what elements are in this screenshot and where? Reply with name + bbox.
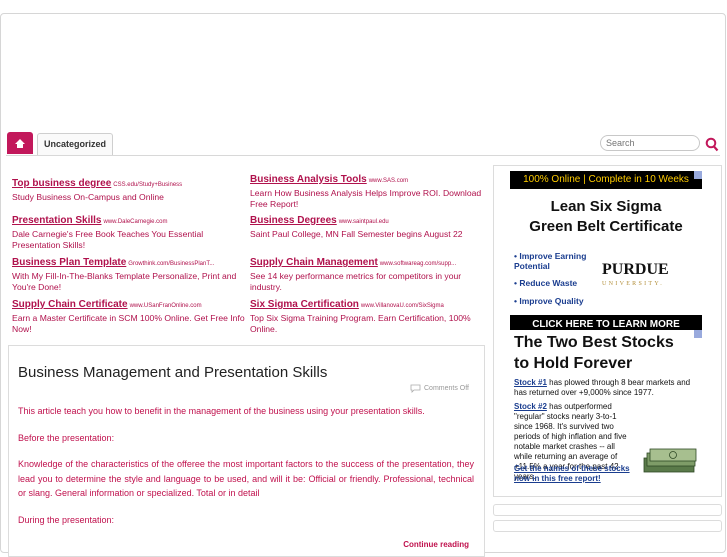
ad-bullet: • Improve Earning Potential <box>514 251 587 271</box>
ad-description: Saint Paul College, MN Fall Semester beg… <box>250 229 463 239</box>
ad-url[interactable]: www.VillanovaU.com/SixSigma <box>361 303 444 309</box>
sidebar-widget <box>493 504 722 516</box>
text-ad[interactable]: Business Analysis Tools www.SAS.com Learn… <box>250 169 485 210</box>
ad-title[interactable]: Business Plan Template <box>12 257 126 268</box>
ad-url[interactable]: www.saintpaul.edu <box>339 219 389 225</box>
tab-uncategorized[interactable]: Uncategorized <box>37 133 114 155</box>
ad-headline-line: Lean Six Sigma <box>550 198 662 215</box>
ad-headline-line: Green Belt Certificate <box>529 218 683 235</box>
comment-icon <box>410 384 421 393</box>
home-button[interactable] <box>7 132 33 154</box>
text-ad[interactable]: Presentation Skills www.DaleCarnegie.com … <box>12 210 247 251</box>
sidebar-widget <box>493 520 722 532</box>
post-title[interactable]: Business Management and Presentation Ski… <box>18 364 327 381</box>
ad-title[interactable]: Business Degrees <box>250 215 337 226</box>
ad-description: Dale Carnegie's Free Book Teaches You Es… <box>12 229 204 250</box>
post-paragraph: This article teach you how to benefit in… <box>18 406 425 416</box>
text-ad[interactable]: Six Sigma Certification www.VillanovaU.co… <box>250 294 485 335</box>
stocks-banner-ad[interactable]: The Two Best Stocks to Hold Forever Stoc… <box>510 330 702 490</box>
ad-bullet: • Improve Quality <box>514 296 584 306</box>
ad-headline: Lean Six Sigma Green Belt Certificate <box>510 197 702 237</box>
free-report-link[interactable]: Get the names of these stocks now in thi… <box>514 464 644 484</box>
ad-headline: The Two Best Stocks to Hold Forever <box>514 332 702 374</box>
search-icon[interactable] <box>705 136 719 152</box>
ad-title[interactable]: Business Analysis Tools <box>250 174 367 185</box>
ad-url[interactable]: Growthink.com/BusinessPlanT... <box>128 261 214 267</box>
ad-url[interactable]: www.SAS.com <box>369 178 408 184</box>
purdue-banner-ad[interactable]: 100% Online | Complete in 10 Weeks Lean … <box>510 171 702 335</box>
adchoices-icon[interactable] <box>694 171 702 179</box>
money-stack-icon <box>643 448 697 473</box>
ad-url[interactable]: www.softwareag.com/supp... <box>380 261 456 267</box>
text-ad[interactable]: Supply Chain Management www.softwareag.co… <box>250 252 485 293</box>
text-ad[interactable]: Business Plan Template Growthink.com/Busi… <box>12 252 247 293</box>
ad-description: Study Business On-Campus and Online <box>12 192 164 202</box>
stock-label[interactable]: Stock #2 <box>514 402 547 411</box>
post-paragraph: Before the presentation: <box>18 432 115 443</box>
ad-title[interactable]: Six Sigma Certification <box>250 299 359 310</box>
adchoices-icon[interactable] <box>694 330 702 338</box>
text-ad[interactable]: Business Degrees www.saintpaul.edu Saint … <box>250 210 485 240</box>
ad-url[interactable]: www.USanFranOnline.com <box>130 303 202 309</box>
ad-description: Earn a Master Certificate in SCM 100% On… <box>12 313 245 334</box>
ad-description: Top Six Sigma Training Program. Earn Cer… <box>250 313 471 334</box>
ad-title[interactable]: Presentation Skills <box>12 215 101 226</box>
ad-bullet-list: • Improve Earning Potential • Reduce Was… <box>514 251 598 309</box>
ad-description: See 14 key performance metrics for compe… <box>250 271 462 292</box>
ad-title[interactable]: Supply Chain Management <box>250 257 378 268</box>
comments-status: Comments Off <box>424 385 469 392</box>
post-paragraph: During the presentation: <box>18 514 115 525</box>
sidebar: 100% Online | Complete in 10 Weeks Lean … <box>493 165 722 497</box>
search-input[interactable] <box>600 135 700 151</box>
post-meta: Comments Off <box>410 384 469 393</box>
ad-headline-line: to Hold Forever <box>514 355 633 372</box>
ad-url[interactable]: www.DaleCarnegie.com <box>103 219 167 225</box>
home-icon <box>15 138 25 148</box>
purdue-logo: PURDUE <box>602 261 669 278</box>
ad-title[interactable]: Supply Chain Certificate <box>12 299 128 310</box>
stock-label[interactable]: Stock #1 <box>514 378 547 387</box>
top-navbar: Uncategorized <box>6 131 720 156</box>
ad-top-strip: 100% Online | Complete in 10 Weeks <box>510 171 702 189</box>
ad-paragraph: Stock #1 has plowed through 8 bear marke… <box>514 378 698 398</box>
text-ad[interactable]: Top business degree CSS.edu/Study+Busines… <box>12 173 247 203</box>
ad-title[interactable]: Top business degree <box>12 178 111 189</box>
post-paragraph: Knowledge of the characteristics of the … <box>18 459 474 498</box>
ad-description: Learn How Business Analysis Helps Improv… <box>250 188 482 209</box>
purdue-logo-sub: UNIVERSITY. <box>602 281 665 287</box>
article-post: Business Management and Presentation Ski… <box>8 345 485 557</box>
ad-bullet: • Reduce Waste <box>514 278 578 288</box>
text-ad[interactable]: Supply Chain Certificate www.USanFranOnli… <box>12 294 247 335</box>
ad-headline-line: The Two Best Stocks <box>514 334 674 351</box>
ad-url[interactable]: CSS.edu/Study+Business <box>113 182 182 188</box>
post-body: This article teach you how to benefit in… <box>18 404 474 539</box>
ad-description: With My Fill-In-The-Blanks Template Pers… <box>12 271 237 292</box>
